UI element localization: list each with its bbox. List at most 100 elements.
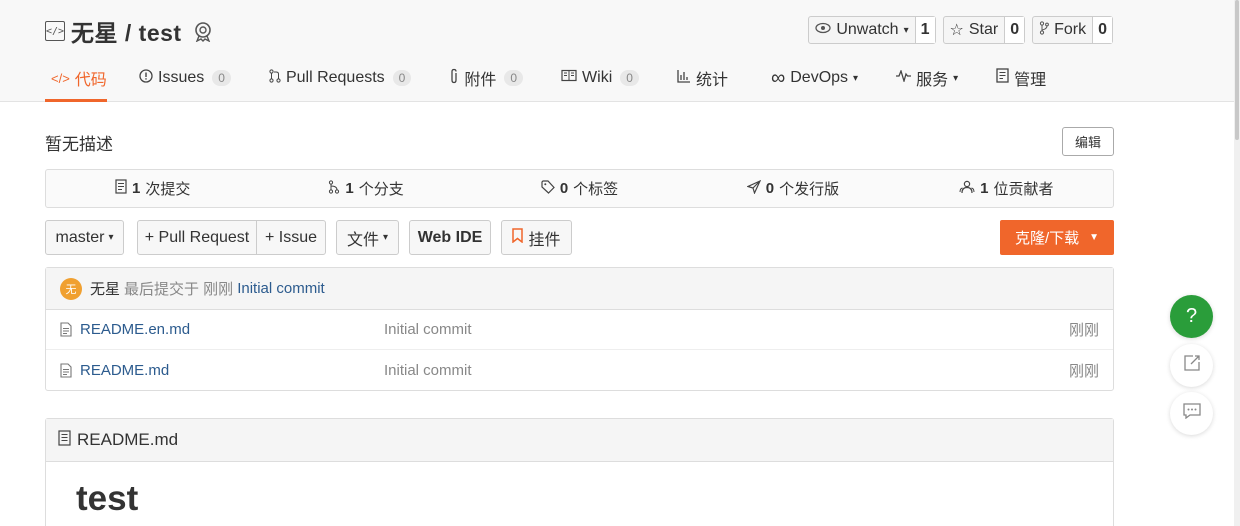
- readme-panel: README.md test: [45, 418, 1114, 526]
- tab-label: Pull Requests: [285, 69, 385, 86]
- watch-button[interactable]: Unwatch ▾: [809, 17, 914, 43]
- tab-services[interactable]: 服务 ▾: [890, 56, 964, 100]
- stat-label: 位贡献者: [993, 181, 1054, 198]
- stat-tags[interactable]: 0 个标签: [473, 170, 686, 207]
- tab-label: 附件: [464, 72, 497, 89]
- bar-chart-icon: [677, 69, 691, 88]
- repo-separator: /: [124, 20, 132, 46]
- file-list: 无 无星 最后提交于 刚刚 Initial commit README.en.m…: [45, 267, 1114, 391]
- pull-request-icon: [269, 68, 281, 88]
- fork-count[interactable]: 0: [1092, 17, 1112, 43]
- contributors-icon: [959, 180, 975, 198]
- repo-description: 暂无描述: [45, 135, 113, 154]
- bookmark-icon: [512, 227, 524, 248]
- watch-count[interactable]: 1: [914, 17, 935, 43]
- stat-number: 1: [980, 180, 989, 197]
- tab-attachments[interactable]: 附件 0: [443, 56, 529, 100]
- stat-releases[interactable]: 0 个发行版: [686, 170, 899, 207]
- code-icon: </>: [51, 70, 70, 86]
- stat-branches[interactable]: 1 个分支: [259, 170, 472, 207]
- tab-label: 服务: [916, 72, 949, 89]
- stat-label: 个标签: [573, 181, 619, 198]
- file-row: README.md Initial commit 刚刚: [46, 350, 1113, 390]
- tab-issues[interactable]: Issues 0: [133, 56, 237, 100]
- last-commit-row: 无 无星 最后提交于 刚刚 Initial commit: [46, 268, 1113, 310]
- paperclip-icon: [449, 68, 459, 89]
- tab-label: 统计: [695, 72, 728, 89]
- repo-title: </> 无星 / test: [45, 14, 214, 48]
- commit-meta: 最后提交于 刚刚: [124, 281, 234, 298]
- caret-down-icon: ▼: [1089, 232, 1100, 243]
- file-icon: [60, 322, 72, 337]
- file-time: 刚刚: [1068, 322, 1099, 339]
- tab-stats[interactable]: 统计: [671, 56, 734, 100]
- fork-icon: [1039, 20, 1049, 40]
- file-name[interactable]: README.md: [80, 362, 169, 379]
- help-button[interactable]: ?: [1170, 295, 1213, 338]
- commit-message[interactable]: Initial commit: [237, 280, 325, 297]
- file-name[interactable]: README.en.md: [80, 321, 190, 338]
- issue-icon: [139, 68, 153, 88]
- caret-down-icon: ▾: [903, 24, 909, 36]
- fork-label: Fork: [1054, 21, 1087, 38]
- new-issue-button[interactable]: + Issue: [256, 220, 326, 255]
- infinity-icon: ∞: [770, 67, 786, 89]
- readme-heading: test: [76, 479, 139, 518]
- stat-commits[interactable]: 1 次提交: [46, 170, 259, 207]
- feedback-button[interactable]: [1170, 344, 1213, 387]
- branch-select[interactable]: master ▾: [45, 220, 124, 255]
- file-time: 刚刚: [1068, 362, 1099, 380]
- commit-icon: [115, 179, 127, 198]
- stat-contributors[interactable]: 1 位贡献者: [900, 170, 1113, 207]
- web-ide-button[interactable]: Web IDE: [409, 220, 491, 255]
- code-toolbar: master ▾ + Pull Request + Issue 文件 ▾ Web…: [45, 220, 1114, 255]
- widget-label: 挂件: [528, 231, 561, 249]
- star-button-group: ☆ Star 0: [942, 16, 1026, 44]
- new-pull-request-button[interactable]: + Pull Request: [137, 220, 257, 255]
- fork-button[interactable]: Fork: [1033, 17, 1092, 43]
- readme-header: README.md: [46, 419, 1113, 462]
- star-button[interactable]: ☆ Star: [944, 17, 1005, 43]
- star-label: Star: [968, 21, 999, 38]
- file-commit-message[interactable]: Initial commit: [384, 321, 472, 338]
- stat-label: 个分支: [358, 181, 404, 198]
- file-menu-button[interactable]: 文件 ▾: [336, 220, 399, 255]
- caret-down-icon: ▾: [953, 72, 959, 84]
- stat-number: 0: [559, 180, 569, 197]
- edit-description-button[interactable]: 编辑: [1062, 127, 1114, 156]
- widget-button[interactable]: 挂件: [501, 220, 572, 255]
- tab-admin[interactable]: 管理: [990, 56, 1052, 100]
- tab-wiki[interactable]: Wiki 0: [555, 56, 645, 100]
- file-commit-message[interactable]: Initial commit: [384, 362, 472, 379]
- star-count[interactable]: 0: [1004, 17, 1025, 43]
- fork-button-group: Fork 0: [1032, 16, 1113, 44]
- readme-filename: README.md: [77, 430, 179, 449]
- chat-button[interactable]: [1170, 392, 1213, 435]
- caret-down-icon: ▾: [382, 232, 389, 243]
- scrollbar-thumb[interactable]: [1235, 0, 1239, 140]
- clone-label: 克隆/下载: [1014, 230, 1080, 247]
- book-icon: [561, 69, 577, 87]
- tab-code[interactable]: </> 代码: [45, 56, 107, 102]
- clone-download-button[interactable]: 克隆/下载 ▼: [1000, 220, 1114, 255]
- tab-devops[interactable]: ∞ DevOps ▾: [765, 56, 864, 100]
- tab-count: 0: [504, 70, 524, 86]
- repo-name[interactable]: test: [139, 20, 182, 46]
- watch-button-group: Unwatch ▾ 1: [808, 16, 936, 44]
- tab-label: 管理: [1014, 72, 1047, 89]
- repo-full-name[interactable]: 无星 / test: [71, 14, 182, 48]
- watch-label: Unwatch: [836, 21, 899, 38]
- file-menu-label: 文件: [346, 231, 379, 249]
- edit-link-icon: [1183, 354, 1201, 377]
- scrollbar[interactable]: [1234, 0, 1240, 526]
- commit-author[interactable]: 无星: [90, 278, 120, 299]
- tab-count: 0: [392, 70, 412, 86]
- star-icon: ☆: [949, 22, 964, 39]
- tab-label: Wiki: [582, 69, 613, 86]
- tab-count: 0: [620, 70, 639, 86]
- repo-owner[interactable]: 无星: [71, 20, 118, 46]
- gvp-badge-icon[interactable]: [192, 20, 214, 42]
- avatar[interactable]: 无: [60, 277, 82, 300]
- stat-number: 1: [132, 180, 141, 197]
- tab-pull-requests[interactable]: Pull Requests 0: [263, 56, 417, 100]
